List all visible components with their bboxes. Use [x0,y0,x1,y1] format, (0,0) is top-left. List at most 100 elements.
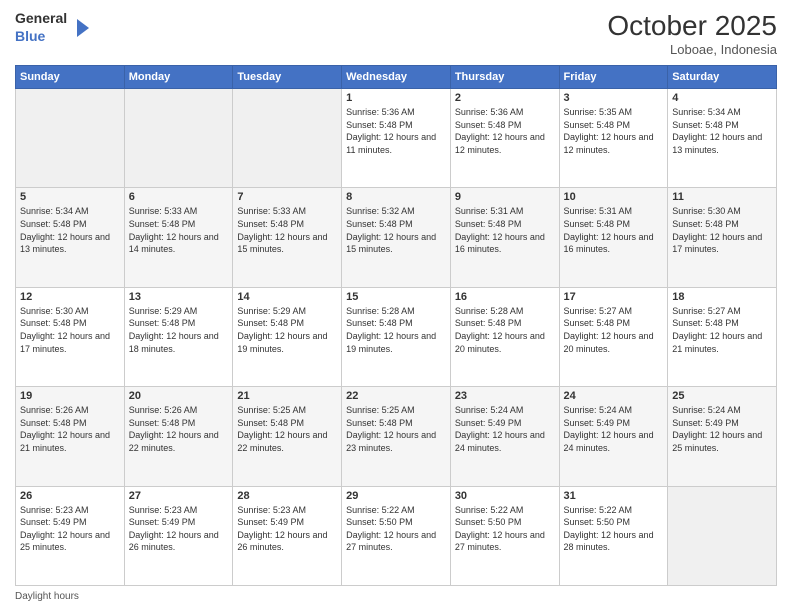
table-row: 13 Sunrise: 5:29 AMSunset: 5:48 PMDaylig… [124,287,233,386]
day-number: 29 [346,490,446,502]
day-info: Sunrise: 5:34 AMSunset: 5:48 PMDaylight:… [672,106,772,156]
day-info: Sunrise: 5:26 AMSunset: 5:48 PMDaylight:… [129,404,229,454]
logo-icon [69,17,91,39]
day-number: 8 [346,191,446,203]
month-title: October 2025 [607,10,777,42]
day-info: Sunrise: 5:25 AMSunset: 5:48 PMDaylight:… [237,404,337,454]
logo-text: General Blue [15,10,67,46]
table-row: 22 Sunrise: 5:25 AMSunset: 5:48 PMDaylig… [342,387,451,486]
table-row: 2 Sunrise: 5:36 AMSunset: 5:48 PMDayligh… [450,89,559,188]
table-row: 18 Sunrise: 5:27 AMSunset: 5:48 PMDaylig… [668,287,777,386]
day-number: 21 [237,390,337,402]
col-saturday: Saturday [668,66,777,89]
col-tuesday: Tuesday [233,66,342,89]
day-info: Sunrise: 5:35 AMSunset: 5:48 PMDaylight:… [564,106,664,156]
day-info: Sunrise: 5:30 AMSunset: 5:48 PMDaylight:… [672,205,772,255]
day-info: Sunrise: 5:24 AMSunset: 5:49 PMDaylight:… [564,404,664,454]
day-number: 17 [564,291,664,303]
table-row: 24 Sunrise: 5:24 AMSunset: 5:49 PMDaylig… [559,387,668,486]
daylight-label: Daylight hours [15,591,79,602]
day-number: 30 [455,490,555,502]
table-row: 9 Sunrise: 5:31 AMSunset: 5:48 PMDayligh… [450,188,559,287]
table-row: 21 Sunrise: 5:25 AMSunset: 5:48 PMDaylig… [233,387,342,486]
day-info: Sunrise: 5:36 AMSunset: 5:48 PMDaylight:… [346,106,446,156]
table-row: 16 Sunrise: 5:28 AMSunset: 5:48 PMDaylig… [450,287,559,386]
table-row: 20 Sunrise: 5:26 AMSunset: 5:48 PMDaylig… [124,387,233,486]
calendar-table: Sunday Monday Tuesday Wednesday Thursday… [15,65,777,586]
day-number: 12 [20,291,120,303]
day-number: 13 [129,291,229,303]
day-info: Sunrise: 5:28 AMSunset: 5:48 PMDaylight:… [455,305,555,355]
day-info: Sunrise: 5:23 AMSunset: 5:49 PMDaylight:… [237,504,337,554]
day-number: 20 [129,390,229,402]
table-row: 6 Sunrise: 5:33 AMSunset: 5:48 PMDayligh… [124,188,233,287]
table-row [124,89,233,188]
day-number: 25 [672,390,772,402]
logo-blue: Blue [15,28,45,44]
table-row: 14 Sunrise: 5:29 AMSunset: 5:48 PMDaylig… [233,287,342,386]
table-row: 28 Sunrise: 5:23 AMSunset: 5:49 PMDaylig… [233,486,342,585]
calendar-week-4: 26 Sunrise: 5:23 AMSunset: 5:49 PMDaylig… [16,486,777,585]
day-number: 23 [455,390,555,402]
table-row: 15 Sunrise: 5:28 AMSunset: 5:48 PMDaylig… [342,287,451,386]
day-number: 10 [564,191,664,203]
table-row: 23 Sunrise: 5:24 AMSunset: 5:49 PMDaylig… [450,387,559,486]
day-number: 16 [455,291,555,303]
day-info: Sunrise: 5:23 AMSunset: 5:49 PMDaylight:… [20,504,120,554]
day-number: 28 [237,490,337,502]
col-monday: Monday [124,66,233,89]
header: General Blue October 2025 Loboae, Indone… [15,10,777,57]
day-number: 14 [237,291,337,303]
table-row: 5 Sunrise: 5:34 AMSunset: 5:48 PMDayligh… [16,188,125,287]
footer: Daylight hours [15,591,777,602]
logo-general: General [15,10,67,26]
table-row: 12 Sunrise: 5:30 AMSunset: 5:48 PMDaylig… [16,287,125,386]
day-number: 22 [346,390,446,402]
table-row: 1 Sunrise: 5:36 AMSunset: 5:48 PMDayligh… [342,89,451,188]
day-info: Sunrise: 5:29 AMSunset: 5:48 PMDaylight:… [237,305,337,355]
calendar-week-3: 19 Sunrise: 5:26 AMSunset: 5:48 PMDaylig… [16,387,777,486]
calendar-week-2: 12 Sunrise: 5:30 AMSunset: 5:48 PMDaylig… [16,287,777,386]
table-row: 29 Sunrise: 5:22 AMSunset: 5:50 PMDaylig… [342,486,451,585]
day-number: 19 [20,390,120,402]
day-info: Sunrise: 5:24 AMSunset: 5:49 PMDaylight:… [455,404,555,454]
table-row: 4 Sunrise: 5:34 AMSunset: 5:48 PMDayligh… [668,89,777,188]
day-info: Sunrise: 5:36 AMSunset: 5:48 PMDaylight:… [455,106,555,156]
day-info: Sunrise: 5:22 AMSunset: 5:50 PMDaylight:… [564,504,664,554]
table-row: 10 Sunrise: 5:31 AMSunset: 5:48 PMDaylig… [559,188,668,287]
table-row: 26 Sunrise: 5:23 AMSunset: 5:49 PMDaylig… [16,486,125,585]
title-block: October 2025 Loboae, Indonesia [607,10,777,57]
day-info: Sunrise: 5:31 AMSunset: 5:48 PMDaylight:… [564,205,664,255]
day-number: 24 [564,390,664,402]
logo-block: General Blue [15,10,91,46]
day-info: Sunrise: 5:22 AMSunset: 5:50 PMDaylight:… [455,504,555,554]
col-friday: Friday [559,66,668,89]
table-row: 11 Sunrise: 5:30 AMSunset: 5:48 PMDaylig… [668,188,777,287]
location: Loboae, Indonesia [607,42,777,57]
table-row: 31 Sunrise: 5:22 AMSunset: 5:50 PMDaylig… [559,486,668,585]
day-info: Sunrise: 5:28 AMSunset: 5:48 PMDaylight:… [346,305,446,355]
table-row: 30 Sunrise: 5:22 AMSunset: 5:50 PMDaylig… [450,486,559,585]
table-row [16,89,125,188]
day-number: 3 [564,92,664,104]
day-number: 15 [346,291,446,303]
table-row [233,89,342,188]
day-info: Sunrise: 5:34 AMSunset: 5:48 PMDaylight:… [20,205,120,255]
day-number: 7 [237,191,337,203]
table-row: 8 Sunrise: 5:32 AMSunset: 5:48 PMDayligh… [342,188,451,287]
col-thursday: Thursday [450,66,559,89]
day-info: Sunrise: 5:31 AMSunset: 5:48 PMDaylight:… [455,205,555,255]
table-row: 7 Sunrise: 5:33 AMSunset: 5:48 PMDayligh… [233,188,342,287]
table-row: 3 Sunrise: 5:35 AMSunset: 5:48 PMDayligh… [559,89,668,188]
day-number: 18 [672,291,772,303]
table-row: 25 Sunrise: 5:24 AMSunset: 5:49 PMDaylig… [668,387,777,486]
header-row: Sunday Monday Tuesday Wednesday Thursday… [16,66,777,89]
calendar-week-1: 5 Sunrise: 5:34 AMSunset: 5:48 PMDayligh… [16,188,777,287]
day-info: Sunrise: 5:24 AMSunset: 5:49 PMDaylight:… [672,404,772,454]
day-info: Sunrise: 5:33 AMSunset: 5:48 PMDaylight:… [129,205,229,255]
page: General Blue October 2025 Loboae, Indone… [0,0,792,612]
day-info: Sunrise: 5:22 AMSunset: 5:50 PMDaylight:… [346,504,446,554]
day-info: Sunrise: 5:29 AMSunset: 5:48 PMDaylight:… [129,305,229,355]
calendar-week-0: 1 Sunrise: 5:36 AMSunset: 5:48 PMDayligh… [16,89,777,188]
table-row [668,486,777,585]
